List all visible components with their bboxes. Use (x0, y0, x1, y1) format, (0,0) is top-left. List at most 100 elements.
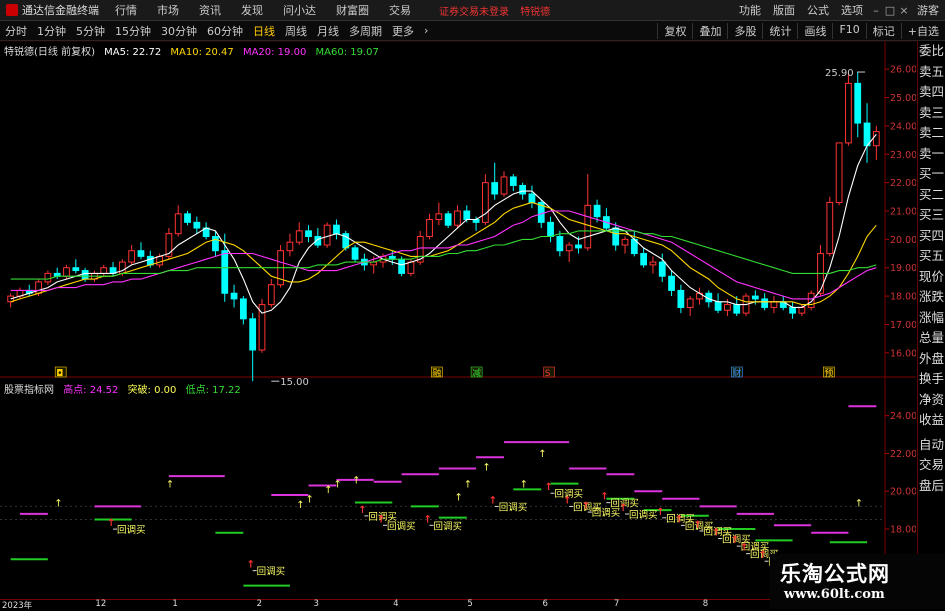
draw-line-button[interactable]: 画线 (797, 22, 832, 39)
overlay-button[interactable]: 叠加 (692, 22, 727, 39)
buy-arrow-icon: ↑ (545, 482, 553, 493)
menu-item-discover[interactable]: 发现 (231, 2, 273, 18)
candle-body (575, 244, 582, 249)
breakout-arrow-icon: ↑ (333, 479, 341, 490)
period-tab-weekly[interactable]: 周线 (280, 23, 312, 39)
side-label[interactable]: 收益 (918, 410, 945, 431)
high-annotation: 25.90 (825, 68, 854, 79)
candle-body (556, 236, 564, 252)
period-tab-multi[interactable]: 多周期 (344, 23, 387, 39)
minimize-icon[interactable]: – (869, 4, 883, 17)
candle-body (835, 142, 843, 203)
event-marker: ◘ (56, 369, 63, 379)
menu-item-options[interactable]: 选项 (835, 2, 869, 18)
candle-body (295, 230, 303, 243)
side-label[interactable]: 涨幅 (918, 308, 945, 329)
candle-body (668, 275, 675, 291)
indicator-title: 股票指标网 (4, 385, 54, 396)
period-tab-more[interactable]: 更多 (387, 23, 419, 39)
current-stock-name: 特锐德 (520, 6, 551, 18)
candle-body (519, 184, 527, 195)
menu-item-trade[interactable]: 交易 (379, 2, 421, 18)
app-logo-icon (6, 4, 18, 16)
login-notice[interactable]: 证券交易未登录 特锐德 (439, 3, 558, 18)
breakout-arrow-icon: ↑ (352, 476, 360, 487)
side-label[interactable]: 卖五 (918, 62, 945, 83)
chart-area[interactable]: 16.00 17.00 18.00 19.00 20.00 21.00 22.00 23.00… (0, 40, 917, 602)
close-icon[interactable]: × (897, 4, 911, 17)
candle-body (751, 295, 759, 300)
menu-item-news[interactable]: 资讯 (189, 2, 231, 18)
side-label[interactable]: 卖三 (918, 103, 945, 124)
stock-title: 特锐德(日线 前复权) (4, 47, 95, 58)
period-tab-intraday[interactable]: 分时 (0, 23, 32, 39)
period-tab-daily[interactable]: 日线 (248, 23, 280, 39)
candle-body (640, 253, 648, 266)
add-watchlist-button[interactable]: +自选 (900, 22, 945, 39)
price-tick-label: 21.00 (890, 207, 916, 218)
period-tab-30min[interactable]: 30分钟 (156, 23, 202, 39)
mark-button[interactable]: 标记 (865, 22, 901, 39)
side-label[interactable]: 总量 (918, 328, 945, 349)
adjust-button[interactable]: 复权 (657, 22, 692, 39)
side-label[interactable]: 买二 (918, 185, 945, 206)
buy-arrow-icon: ↑ (424, 514, 432, 525)
date-tick-label: 2 (256, 599, 263, 609)
side-label[interactable]: 买五 (918, 246, 945, 267)
side-label[interactable]: 盘后 (918, 476, 945, 497)
candle-body (500, 176, 508, 195)
candle-body (854, 82, 862, 124)
menu-item-formula[interactable]: 公式 (801, 2, 835, 18)
side-label[interactable]: 自动 (918, 435, 945, 456)
price-tick-label: 20.00 (890, 235, 916, 246)
candle-body (761, 298, 769, 308)
period-tab-60min[interactable]: 60分钟 (202, 23, 248, 39)
f10-button[interactable]: F10 (832, 22, 865, 39)
breakout-arrow-icon: ↑ (54, 498, 62, 509)
candle-body (491, 182, 499, 195)
period-tab-15min[interactable]: 15分钟 (110, 23, 156, 39)
side-label[interactable]: 净资 (918, 390, 945, 411)
ma-line-ma5 (10, 134, 877, 314)
legend-low: 低点: 17.22 (185, 385, 241, 396)
side-label[interactable]: 买三 (918, 205, 945, 226)
side-label[interactable]: 卖一 (918, 144, 945, 165)
buy-arrow-icon: ↑ (731, 535, 739, 546)
side-label[interactable]: 委比 (918, 41, 945, 62)
menu-item-quotes[interactable]: 行情 (105, 2, 147, 18)
side-label[interactable]: 卖四 (918, 82, 945, 103)
menu-item-functions[interactable]: 功能 (733, 2, 767, 18)
side-label[interactable]: 买四 (918, 226, 945, 247)
user-guest[interactable]: 游客 (911, 2, 945, 18)
menu-item-layout[interactable]: 版面 (767, 2, 801, 18)
side-label[interactable]: 外盘 (918, 349, 945, 370)
maximize-icon[interactable]: □ (883, 4, 897, 17)
quote-side-panel: 委比 卖五 卖四 卖三 卖二 卖一 买一 买二 买三 买四 买五 现价 涨跌 涨幅 总量 外盘 换手 净资 收益自动… (917, 41, 945, 601)
menu-item-market[interactable]: 市场 (147, 2, 189, 18)
date-tick-label: 1 (172, 599, 178, 609)
buy-arrow-icon: ↑ (740, 543, 748, 554)
side-label[interactable]: 交易 (918, 455, 945, 476)
candle-body (230, 292, 238, 300)
period-tab-monthly[interactable]: 月线 (312, 23, 344, 39)
kline-chart[interactable]: 16.00 17.00 18.00 19.00 20.00 21.00 22.00 23.00… (0, 40, 917, 602)
candle-body (509, 176, 517, 186)
candle-body (156, 255, 163, 266)
candle-body (658, 261, 666, 277)
stats-button[interactable]: 统计 (762, 22, 797, 39)
side-label[interactable]: 买一 (918, 164, 945, 185)
candle-body (212, 236, 219, 252)
side-label[interactable]: 换手 (918, 369, 945, 390)
candle-body (444, 213, 452, 226)
side-label[interactable]: 卖二 (918, 123, 945, 144)
side-label[interactable]: 涨跌 (918, 287, 945, 308)
period-tab-5min[interactable]: 5分钟 (71, 23, 110, 39)
candle-body (593, 204, 601, 218)
more-chevron-icon[interactable]: › (419, 24, 433, 37)
multi-stock-button[interactable]: 多股 (727, 22, 762, 39)
period-tab-1min[interactable]: 1分钟 (32, 23, 71, 39)
menu-item-wealth[interactable]: 财富圈 (326, 2, 379, 18)
side-label[interactable]: 现价 (918, 267, 945, 288)
menu-item-ask[interactable]: 问小达 (273, 2, 326, 18)
buy-arrow-icon: ↑ (619, 503, 627, 514)
